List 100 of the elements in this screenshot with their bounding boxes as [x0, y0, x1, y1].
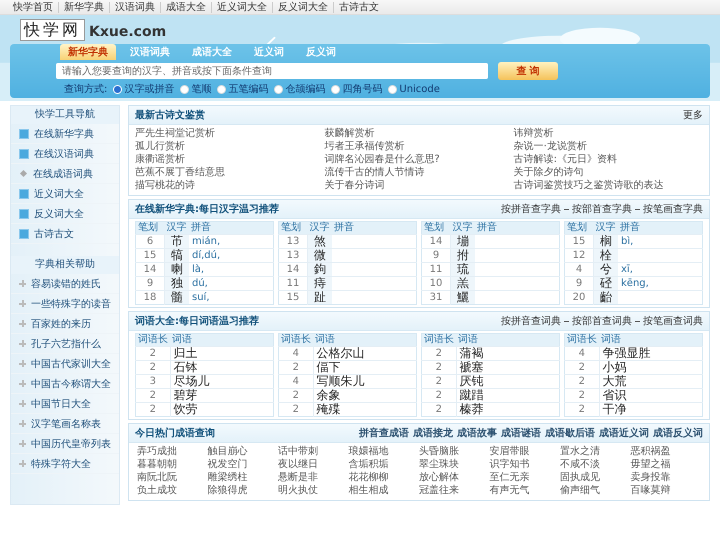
poem-link[interactable]: 芭蕉不展丁香结意思: [135, 167, 324, 179]
header-link[interactable]: 成语反义词: [653, 426, 703, 440]
nav-link[interactable]: 成语大全: [161, 2, 212, 12]
word-link[interactable]: 偪下: [313, 360, 416, 374]
sidebar-link[interactable]: 中国古代家训大全: [31, 356, 111, 370]
idiom-link[interactable]: 明火执仗: [278, 485, 348, 497]
idiom-link[interactable]: 安眉带眼: [490, 446, 560, 458]
radio-label[interactable]: 仓颉编码: [285, 82, 326, 96]
word-link[interactable]: 归土: [170, 346, 274, 360]
character-link[interactable]: 犒: [164, 248, 189, 262]
sidebar-link[interactable]: 在线汉语词典: [34, 146, 94, 160]
idiom-link[interactable]: 花花柳柳: [348, 472, 419, 484]
header-link[interactable]: 成语近义词: [599, 426, 649, 440]
word-link[interactable]: 余象: [313, 388, 416, 402]
header-link[interactable]: 拼音查成语: [359, 426, 409, 440]
character-link[interactable]: 榈: [594, 234, 618, 248]
poem-link[interactable]: 康衢谣赏析: [135, 154, 324, 166]
sidebar-link[interactable]: 中国节日大全: [31, 396, 91, 410]
radio-label[interactable]: 五笔编码: [228, 82, 268, 96]
sidebar-link[interactable]: 在线成语词典: [33, 166, 93, 180]
nav-link[interactable]: 快学首页: [8, 2, 59, 12]
idiom-link[interactable]: 祝发空门: [208, 459, 278, 471]
sidebar-link[interactable]: 在线新华字典: [34, 126, 94, 140]
nav-link[interactable]: 汉语词典: [110, 2, 161, 12]
word-link[interactable]: 写顺朱儿: [313, 374, 416, 388]
word-link[interactable]: 榛莽: [456, 402, 560, 416]
character-link[interactable]: 趾: [308, 290, 332, 304]
idiom-link[interactable]: 负土成坟: [137, 485, 208, 497]
word-link[interactable]: 厌钝: [456, 374, 560, 388]
idiom-link[interactable]: 暮暮朝朝: [137, 459, 208, 471]
word-link[interactable]: 褫塞: [456, 360, 560, 374]
search-tab[interactable]: 新华字典: [60, 44, 116, 60]
character-link[interactable]: 煞: [308, 234, 332, 248]
radio-button[interactable]: [388, 84, 398, 94]
search-button[interactable]: 查 询: [498, 62, 558, 80]
poem-link[interactable]: 古诗解读:《元日》资料: [514, 154, 703, 166]
poem-link[interactable]: 孤儿行赏析: [135, 141, 324, 153]
radio-label[interactable]: 笔顺: [191, 82, 212, 96]
character-link[interactable]: 喇: [164, 262, 189, 276]
idiom-link[interactable]: 卖身投靠: [630, 472, 701, 484]
idiom-link[interactable]: 含垢积垢: [348, 459, 419, 471]
idiom-link[interactable]: 触目崩心: [208, 446, 278, 458]
sidebar-link[interactable]: 汉字笔画名称表: [31, 416, 101, 430]
radio-button[interactable]: [180, 84, 190, 94]
poem-link[interactable]: 词牌名沁园春是什么意思?: [324, 154, 514, 166]
idiom-link[interactable]: 毋望之福: [630, 459, 701, 471]
poem-link[interactable]: 流传千古的情人节情诗: [324, 167, 514, 179]
idiom-link[interactable]: 话中带刺: [278, 446, 348, 458]
idiom-link[interactable]: 固执成见: [560, 472, 630, 484]
sidebar-link[interactable]: 古诗古文: [34, 226, 74, 240]
nav-link[interactable]: 近义词大全: [212, 2, 273, 12]
poem-link[interactable]: 讳辩赏析: [514, 128, 703, 140]
character-link[interactable]: 琉: [450, 262, 475, 276]
idiom-link[interactable]: 不咸不淡: [560, 459, 630, 471]
character-link[interactable]: 痔: [308, 276, 332, 290]
radio-label[interactable]: 四角号码: [342, 82, 382, 96]
word-link[interactable]: 饮劳: [170, 402, 274, 416]
idiom-link[interactable]: 冠盖往来: [419, 485, 490, 497]
header-link[interactable]: 按拼音查词典: [501, 314, 561, 328]
character-link[interactable]: 鉤: [308, 262, 332, 276]
sidebar-link[interactable]: 百家姓的来历: [31, 316, 91, 330]
character-link[interactable]: 拊: [450, 248, 475, 262]
sidebar-link[interactable]: 近义词大全: [34, 186, 84, 200]
word-link[interactable]: 干净: [599, 402, 702, 416]
radio-label[interactable]: Unicode: [399, 84, 440, 94]
header-link[interactable]: 成语谜语: [501, 426, 541, 440]
more-link[interactable]: 更多: [683, 108, 703, 122]
poem-link[interactable]: 关于春分诗词: [324, 180, 514, 192]
character-link[interactable]: 微: [308, 248, 332, 262]
header-link[interactable]: 按拼音查字典: [501, 202, 561, 216]
character-link[interactable]: 羔: [450, 276, 475, 290]
sidebar-link[interactable]: 孔子六艺指什么: [31, 336, 101, 350]
sidebar-link[interactable]: 反义词大全: [34, 206, 84, 220]
character-link[interactable]: 独: [164, 276, 189, 290]
character-link[interactable]: 硁: [594, 276, 618, 290]
word-link[interactable]: 碧芽: [170, 388, 274, 402]
word-link[interactable]: 尽场儿: [170, 374, 274, 388]
idiom-link[interactable]: 弄巧成拙: [137, 446, 208, 458]
idiom-link[interactable]: 至仁无亲: [490, 472, 560, 484]
idiom-link[interactable]: 夜以继日: [278, 459, 348, 471]
poem-link[interactable]: 杂说一·龙说赏析: [514, 141, 703, 153]
idiom-link[interactable]: 悬断是非: [278, 472, 348, 484]
idiom-link[interactable]: 头昏脑胀: [419, 446, 490, 458]
header-link[interactable]: 成语故事: [457, 426, 497, 440]
character-link[interactable]: 塴: [450, 234, 475, 248]
header-link[interactable]: 成语接龙: [413, 426, 453, 440]
header-link[interactable]: 按部首查字典: [572, 202, 632, 216]
idiom-link[interactable]: 偷声细气: [560, 485, 630, 497]
word-link[interactable]: 省识: [599, 388, 702, 402]
word-link[interactable]: 石钵: [170, 360, 274, 374]
sidebar-link[interactable]: 一些特殊字的读音: [31, 296, 111, 310]
poem-link[interactable]: 关于除夕的诗句: [514, 167, 703, 179]
radio-label[interactable]: 汉字或拼音: [124, 82, 174, 96]
idiom-link[interactable]: 除狼得虎: [208, 485, 278, 497]
character-link[interactable]: 芇: [164, 234, 189, 248]
search-field[interactable]: 请输入您要查询的汉字、拼音或按下面条件查询: [56, 63, 488, 79]
radio-button[interactable]: [274, 84, 284, 94]
idiom-link[interactable]: 百喙莫辩: [630, 485, 701, 497]
idiom-link[interactable]: 识字知书: [490, 459, 560, 471]
header-link[interactable]: 按部首查词典: [572, 314, 632, 328]
